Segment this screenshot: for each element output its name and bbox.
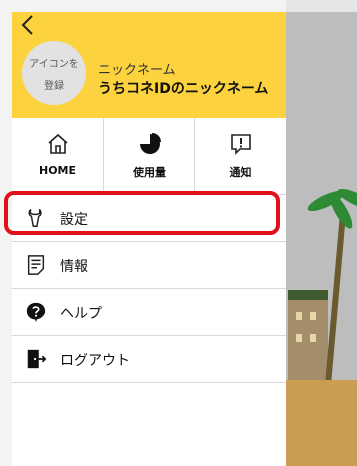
help-icon <box>24 300 48 324</box>
building-illustration <box>288 290 328 380</box>
avatar[interactable]: アイコンを 登録 <box>22 41 86 105</box>
background-app-scene <box>286 0 357 466</box>
home-label: HOME <box>38 164 77 177</box>
drawer-header: アイコンを 登録 ニックネーム うちコネIDのニックネーム <box>12 12 286 118</box>
usage-label: 使用量 <box>133 166 166 179</box>
avatar-label-line1: アイコンを <box>29 59 79 70</box>
side-drawer: アイコンを 登録 ニックネーム うちコネIDのニックネーム HOME 使用量 通… <box>12 12 286 466</box>
avatar-label-line2: 登録 <box>44 81 64 92</box>
menu-item-help[interactable]: ヘルプ <box>12 289 286 336</box>
menu-label-info: 情報 <box>60 259 88 275</box>
document-icon <box>24 253 48 277</box>
menu-label-logout: ログアウト <box>60 353 130 369</box>
notification-icon <box>195 132 286 158</box>
menu-label-settings: 設定 <box>60 212 88 228</box>
home-icon <box>12 132 103 158</box>
notification-button[interactable]: 通知 <box>194 118 286 194</box>
logout-icon <box>24 347 48 371</box>
notification-label: 通知 <box>229 166 252 179</box>
menu-item-settings[interactable]: 設定 <box>12 195 286 242</box>
usage-button[interactable]: 使用量 <box>103 118 195 194</box>
menu-label-help: ヘルプ <box>60 306 102 322</box>
home-button[interactable]: HOME <box>12 118 103 194</box>
drawer-menu: 設定 情報 ヘルプ ログアウト <box>12 195 286 383</box>
menu-item-logout[interactable]: ログアウト <box>12 336 286 383</box>
pie-chart-icon <box>104 132 195 158</box>
nickname-label: ニックネーム <box>98 63 176 78</box>
back-arrow-icon[interactable] <box>20 14 40 38</box>
menu-item-info[interactable]: 情報 <box>12 242 286 289</box>
quick-actions: HOME 使用量 通知 <box>12 118 286 195</box>
wrench-icon <box>24 206 48 230</box>
nickname-value: うちコネIDのニックネーム <box>98 81 269 97</box>
